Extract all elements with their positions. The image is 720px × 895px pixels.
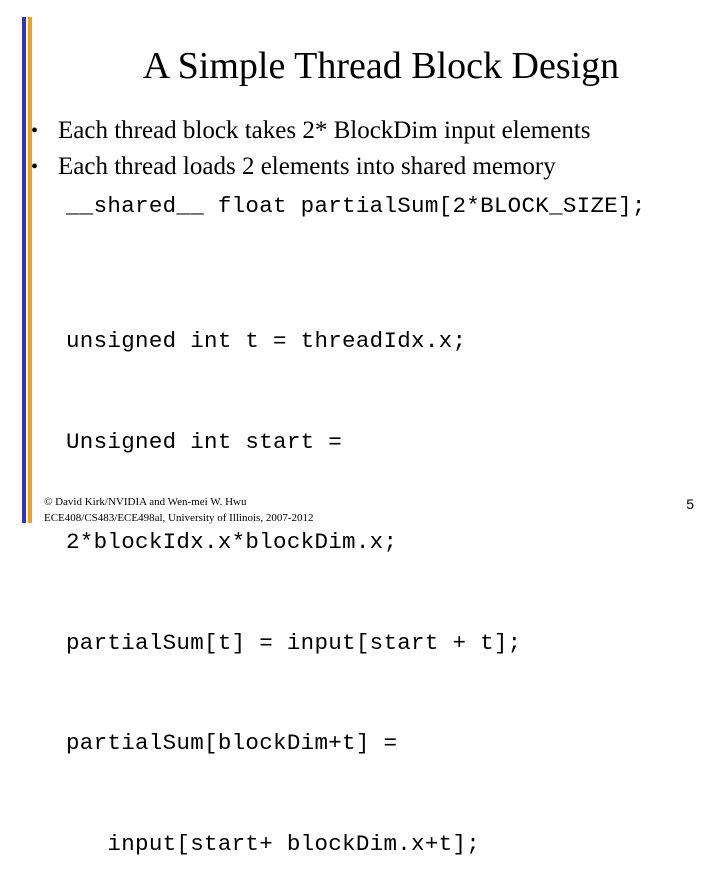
code-block: unsigned int t = threadIdx.x; Unsigned i… bbox=[66, 258, 521, 895]
code-line: input[start+ blockDim.x+t]; bbox=[66, 830, 481, 857]
code-line: unsigned int t = threadIdx.x; bbox=[66, 328, 467, 354]
left-accent-bar-orange bbox=[28, 17, 32, 523]
bullet-icon: • bbox=[31, 120, 39, 142]
code-line: 2*blockIdx.x*blockDim.x; bbox=[66, 529, 398, 555]
slide-title: A Simple Thread Block Design bbox=[142, 45, 620, 87]
bullet-text: Each thread loads 2 elements into shared… bbox=[58, 153, 556, 180]
footer-course-line: ECE408/CS483/ECE498al, University of Ill… bbox=[44, 512, 314, 524]
code-line: partialSum[blockDim+t] = bbox=[66, 730, 398, 756]
bullet-list: • Each thread block takes 2* BlockDim in… bbox=[28, 113, 591, 185]
page-number: 5 bbox=[686, 496, 694, 512]
code-line: Unsigned int start = bbox=[66, 428, 343, 455]
bullet-icon: • bbox=[31, 156, 39, 178]
footer-copyright: © David Kirk/NVIDIA and Wen-mei W. Hwu E… bbox=[44, 494, 314, 526]
left-accent-bar-blue bbox=[22, 17, 26, 523]
bullet-item: • Each thread loads 2 elements into shar… bbox=[28, 149, 591, 185]
shared-declaration-code: __shared__ float partialSum[2*BLOCK_SIZE… bbox=[66, 193, 646, 219]
bullet-item: • Each thread block takes 2* BlockDim in… bbox=[28, 113, 591, 149]
bullet-text: Each thread block takes 2* BlockDim inpu… bbox=[58, 117, 591, 144]
footer-copyright-line: © David Kirk/NVIDIA and Wen-mei W. Hwu bbox=[44, 496, 247, 508]
code-line: partialSum[t] = input[start + t]; bbox=[66, 629, 522, 656]
